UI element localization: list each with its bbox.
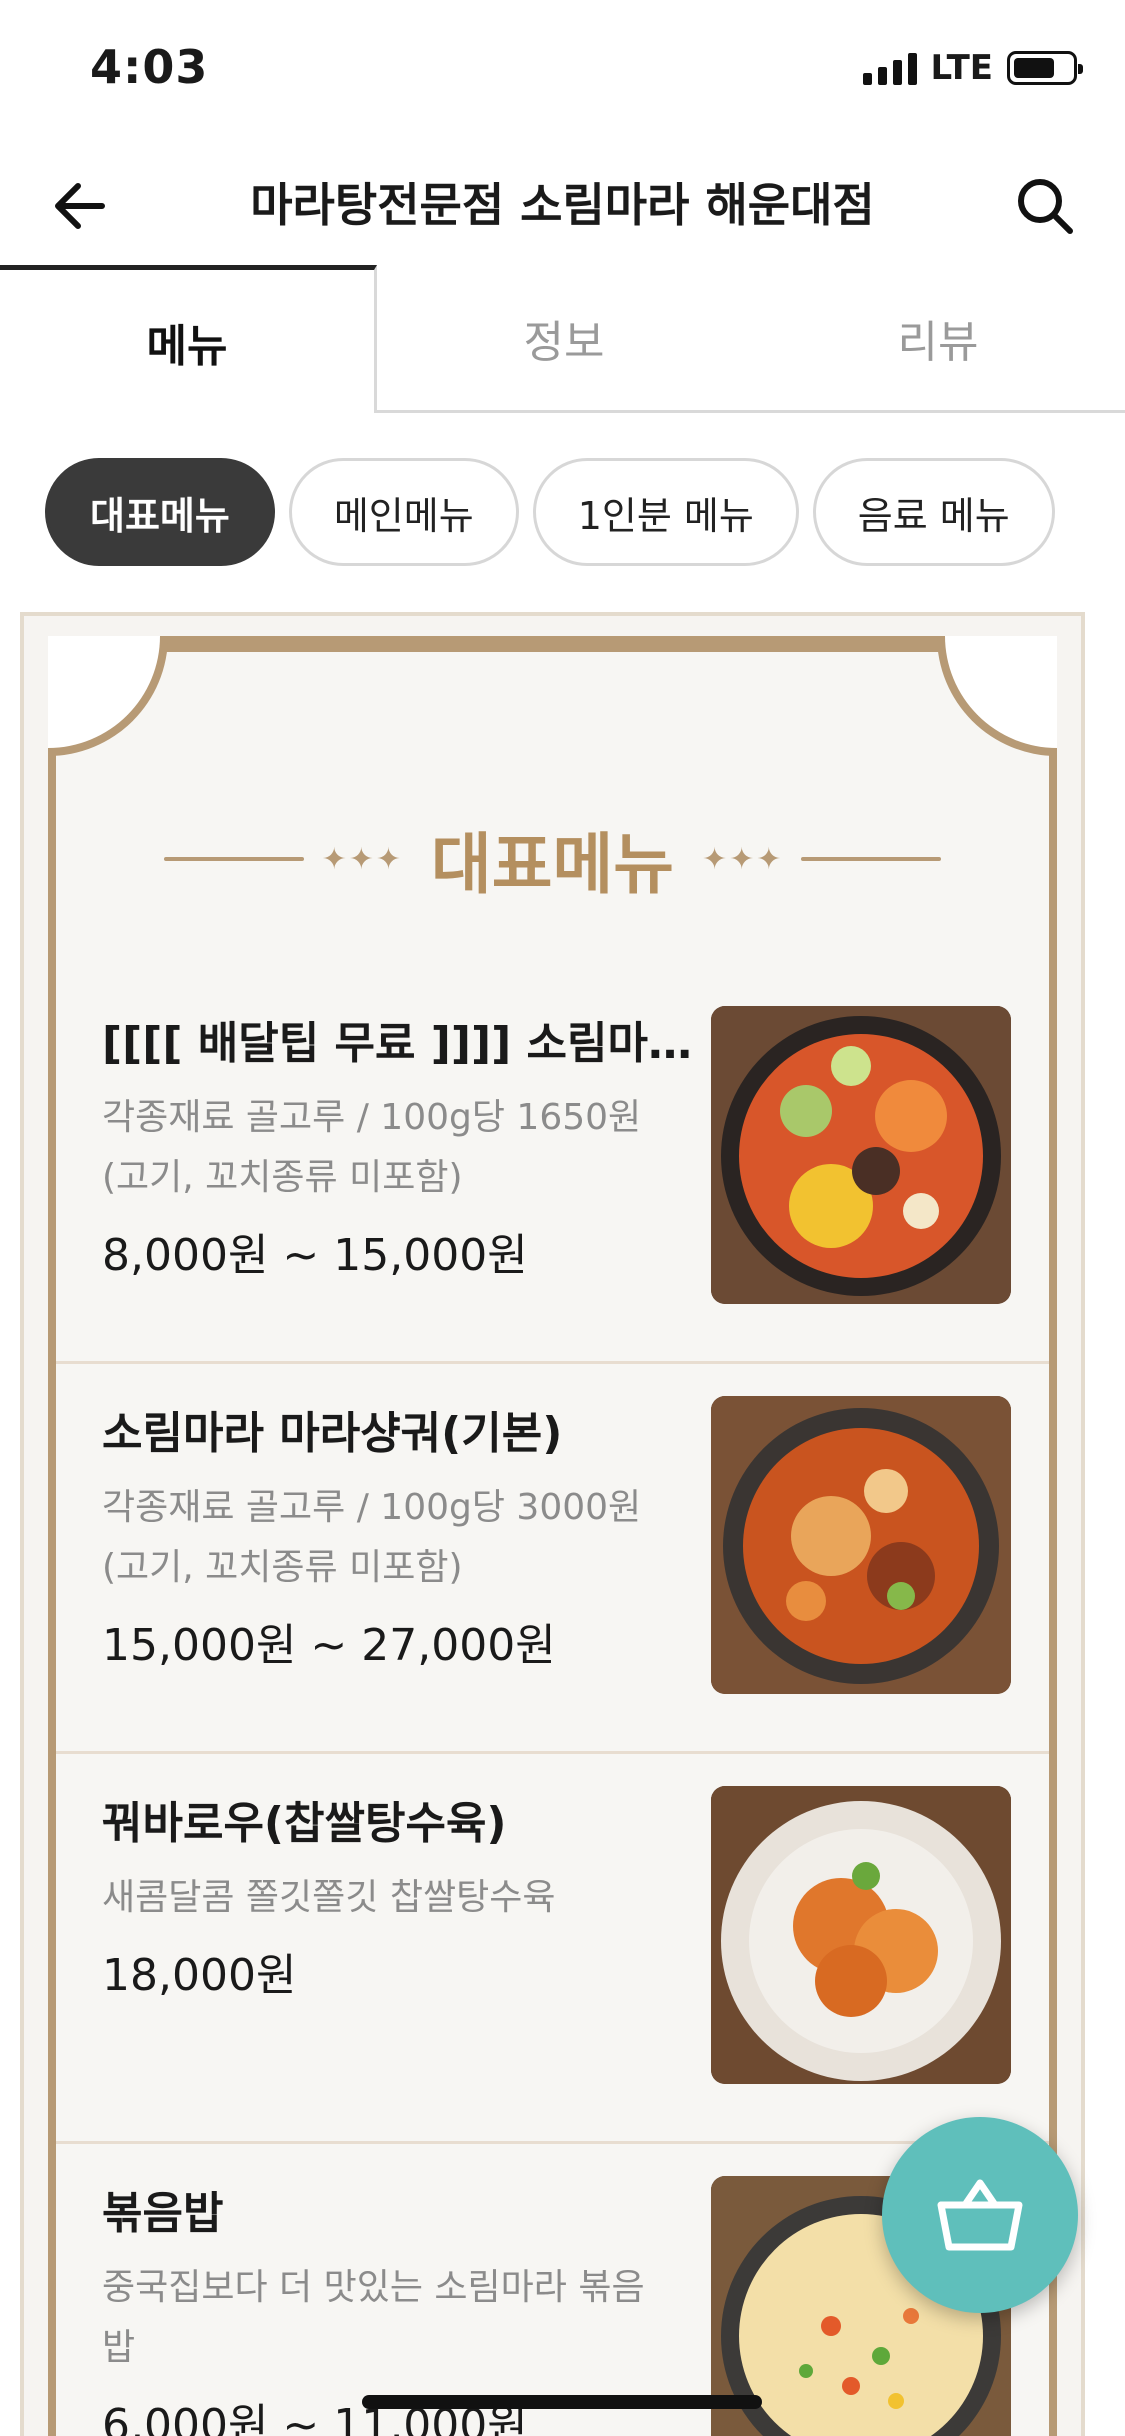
menu-item-desc-line: (고기, 꼬치종류 미포함) <box>102 1157 463 1198</box>
cart-button[interactable] <box>882 2117 1078 2313</box>
arrow-left-icon <box>55 183 105 229</box>
search-icon <box>1018 179 1073 234</box>
network-label: LTE <box>930 48 993 88</box>
board-corner-decoration <box>937 636 1057 756</box>
battery-icon <box>1007 51 1083 85</box>
menu-item-price: 15,000원 ~ 27,000원 <box>102 1620 556 1671</box>
menu-item-desc-line: 각종재료 골고루 / 100g당 1650원 <box>102 1097 642 1138</box>
ornament-line <box>801 857 942 861</box>
status-time: 4:03 <box>90 40 209 94</box>
board-top-line <box>166 644 939 658</box>
menu-item-photo <box>711 1396 1011 1694</box>
chip-signature-menu[interactable]: 대표메뉴 <box>45 458 275 566</box>
menu-item-name: 볶음밥 <box>102 2188 224 2239</box>
menu-item-price: 18,000원 <box>102 1950 297 2001</box>
chip-main-menu[interactable]: 메인메뉴 <box>288 458 519 566</box>
menu-item[interactable]: [[[[ 배달팁 무료 ]]]] 소림마… 각종재료 골고루 / 100g당 1… <box>56 974 1049 1364</box>
menu-item-desc-line: 중국집보다 더 맛있는 소림마라 볶음 <box>102 2267 645 2308</box>
section-header: ✦✦✦ 대표메뉴 ✦✦✦ <box>56 814 1049 904</box>
menu-item-description: 중국집보다 더 맛있는 소림마라 볶음 밥 <box>102 2258 722 2378</box>
ornament-diamond-icon: ✦✦✦ <box>321 841 404 877</box>
menu-item-text: 꿔바로우(찹쌀탕수육) 새콤달콤 쫄깃쫄깃 찹쌀탕수육 18,000원 <box>102 1794 722 2006</box>
menu-item-description: 각종재료 골고루 / 100g당 3000원 (고기, 꼬치종류 미포함) <box>102 1478 722 1598</box>
menu-item-photo <box>711 1786 1011 2084</box>
page-title: 마라탕전문점 소림마라 해운대점 <box>250 178 875 232</box>
menu-item-price: 8,000원 ~ 15,000원 <box>102 1230 528 1281</box>
status-indicators: LTE <box>862 48 1083 88</box>
back-button[interactable] <box>40 166 120 246</box>
menu-item-desc-line: 각종재료 골고루 / 100g당 3000원 <box>102 1487 642 1528</box>
ornament-line <box>163 857 304 861</box>
menu-item-name: 소림마라 마라샹궈(기본) <box>102 1408 563 1459</box>
menu-item-name: [[[[ 배달팁 무료 ]]]] 소림마… <box>102 1018 692 1069</box>
menu-item[interactable]: 소림마라 마라샹궈(기본) 각종재료 골고루 / 100g당 3000원 (고기… <box>56 1364 1049 1754</box>
home-indicator <box>362 2395 762 2409</box>
menu-item-description: 각종재료 골고루 / 100g당 1650원 (고기, 꼬치종류 미포함) <box>102 1088 722 1208</box>
board-corner-decoration <box>48 636 168 756</box>
menu-item-description: 새콤달콤 쫄깃쫄깃 찹쌀탕수육 <box>102 1868 722 1928</box>
menu-item-text: 소림마라 마라샹궈(기본) 각종재료 골고루 / 100g당 3000원 (고기… <box>102 1404 722 1676</box>
status-bar: 4:03 LTE <box>0 0 1125 140</box>
app-header: 마라탕전문점 소림마라 해운대점 <box>0 140 1125 270</box>
store-tabs: 메뉴 정보 리뷰 <box>0 265 1125 413</box>
menu-item[interactable]: 꿔바로우(찹쌀탕수육) 새콤달콤 쫄깃쫄깃 찹쌀탕수육 18,000원 <box>56 1754 1049 2144</box>
category-chips: 대표메뉴 메인메뉴 1인분 메뉴 음료 메뉴 <box>45 458 1055 566</box>
menu-item-desc-line: (고기, 꼬치종류 미포함) <box>102 1547 463 1588</box>
section-title: 대표메뉴 <box>431 826 674 903</box>
tab-info[interactable]: 정보 <box>377 265 751 413</box>
signal-icon <box>862 51 917 85</box>
menu-item-desc-line: 밥 <box>102 2327 136 2368</box>
ornament-diamond-icon: ✦✦✦ <box>701 841 784 877</box>
tab-reviews[interactable]: 리뷰 <box>751 265 1125 413</box>
menu-item-desc-line: 새콤달콤 쫄깃쫄깃 찹쌀탕수육 <box>102 1877 556 1918</box>
search-button[interactable] <box>1005 166 1085 246</box>
basket-icon <box>937 2179 1023 2251</box>
menu-item-text: [[[[ 배달팁 무료 ]]]] 소림마… 각종재료 골고루 / 100g당 1… <box>102 1014 722 1286</box>
menu-item-photo <box>711 1006 1011 1304</box>
tab-menu[interactable]: 메뉴 <box>0 265 377 413</box>
menu-item-name: 꿔바로우(찹쌀탕수육) <box>102 1798 507 1849</box>
chip-single-menu[interactable]: 1인분 메뉴 <box>532 458 799 566</box>
chip-drink-menu[interactable]: 음료 메뉴 <box>812 458 1055 566</box>
